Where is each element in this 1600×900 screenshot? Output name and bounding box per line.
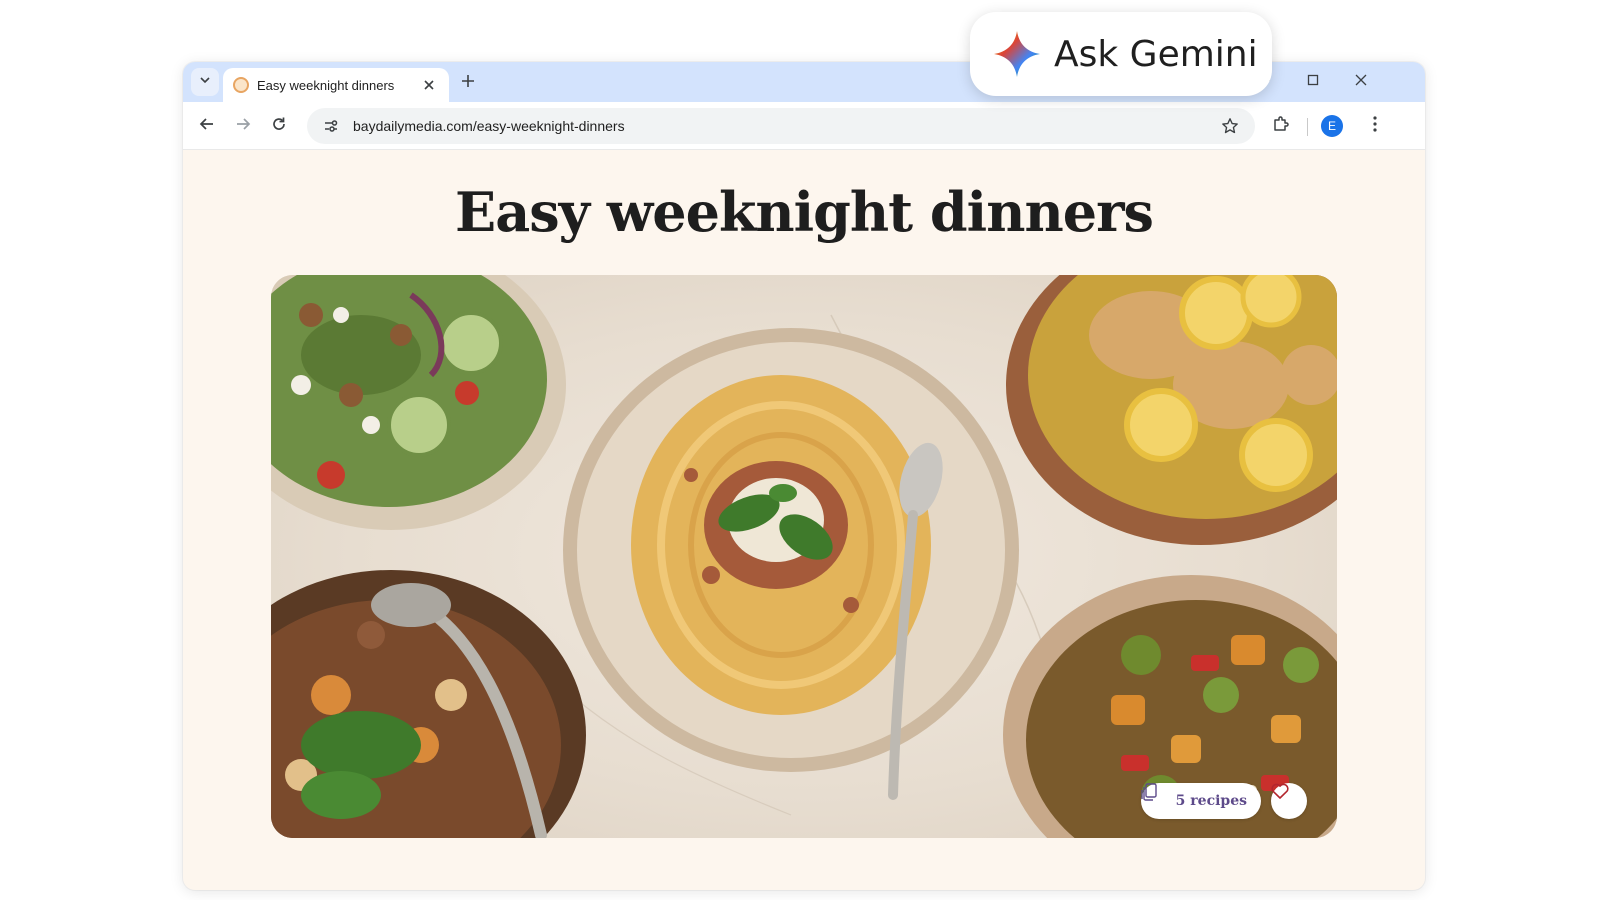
recipes-count-badge[interactable]: 5 recipes: [1141, 783, 1261, 819]
save-favorite-button[interactable]: [1271, 783, 1307, 819]
food-illustration: [271, 275, 1337, 838]
forward-icon: [235, 116, 251, 137]
more-vert-icon: [1373, 115, 1377, 137]
toolbar: baydailymedia.com/easy-weeknight-dinners…: [183, 102, 1425, 150]
extensions-icon: [1272, 115, 1290, 138]
tab-list-button[interactable]: [191, 68, 219, 96]
tab-title: Easy weeknight dinners: [257, 77, 395, 93]
url-text: baydailymedia.com/easy-weeknight-dinners: [353, 118, 625, 134]
star-icon[interactable]: [1217, 113, 1243, 139]
back-icon: [199, 116, 215, 137]
forward-button[interactable]: [229, 112, 257, 140]
page-content: Easy weeknight dinners 5 recipes: [183, 150, 1425, 890]
stew-pot: [271, 570, 586, 838]
hero-image: 5 recipes: [271, 275, 1337, 838]
spaghetti-plate: [563, 328, 1019, 800]
close-icon[interactable]: [419, 75, 439, 95]
reload-button[interactable]: [265, 112, 293, 140]
ask-gemini-label: Ask Gemini: [1054, 33, 1258, 75]
recipes-count: 5 recipes: [1175, 793, 1247, 809]
extensions-button[interactable]: [1267, 112, 1295, 140]
more-menu-button[interactable]: [1361, 112, 1389, 140]
window-close-icon: [1355, 73, 1367, 91]
recipes-icon: [1141, 783, 1168, 810]
back-button[interactable]: [193, 112, 221, 140]
maximize-button[interactable]: [1293, 68, 1333, 96]
ask-gemini-button[interactable]: Ask Gemini: [970, 12, 1272, 96]
window-close-button[interactable]: [1341, 68, 1381, 96]
tab-active[interactable]: Easy weeknight dinners: [223, 68, 449, 102]
browser-window: Easy weeknight dinners baydailymedia.com…: [183, 62, 1425, 890]
address-bar[interactable]: baydailymedia.com/easy-weeknight-dinners: [307, 108, 1255, 144]
gemini-sparkle-icon: [992, 29, 1042, 79]
toolbar-divider: [1307, 118, 1308, 136]
plus-icon: [462, 74, 474, 92]
profile-avatar[interactable]: E: [1321, 115, 1343, 137]
favicon-icon: [233, 77, 249, 93]
new-tab-button[interactable]: [455, 70, 481, 96]
salad-bowl: [271, 275, 566, 530]
tab-list-icon: [199, 73, 211, 91]
site-info-icon[interactable]: [319, 114, 343, 138]
lemon-chicken-dish: [1006, 275, 1337, 545]
page-title: Easy weeknight dinners: [455, 180, 1154, 244]
maximize-icon: [1307, 73, 1319, 91]
reload-icon: [271, 116, 287, 137]
